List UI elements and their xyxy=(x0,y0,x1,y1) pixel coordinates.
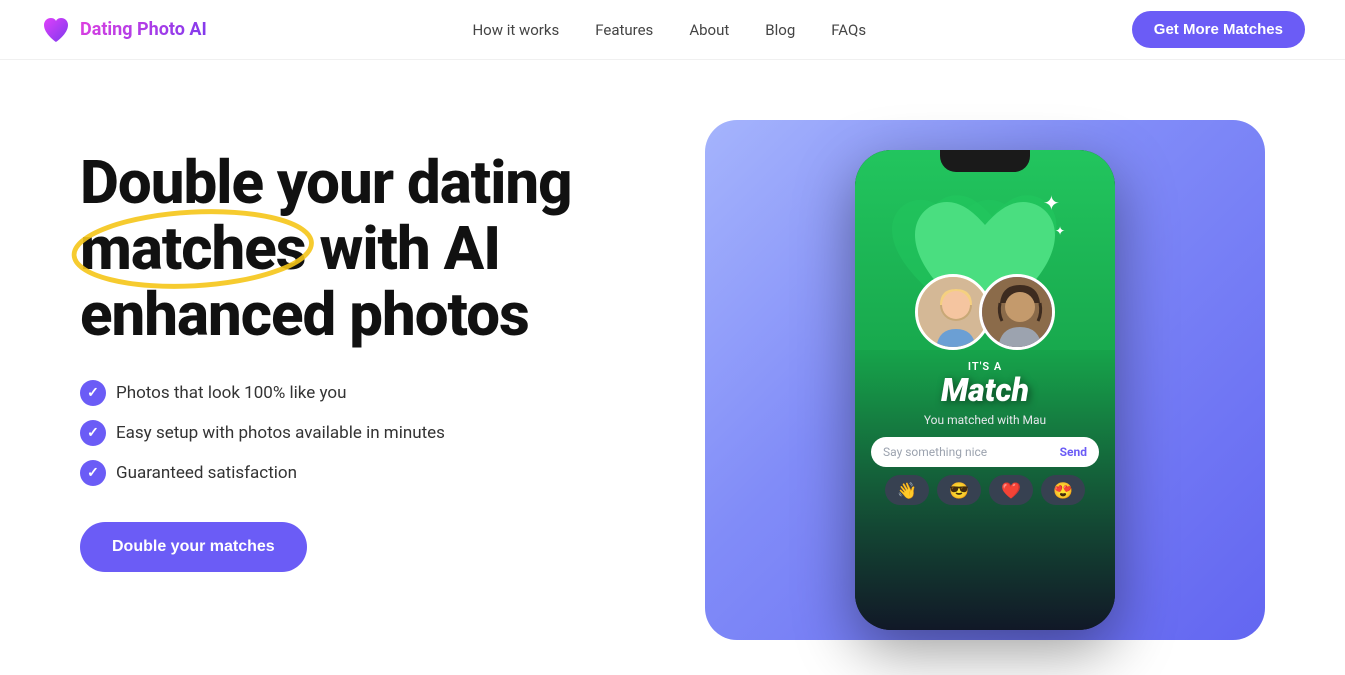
phone-frame: ✦ ✦ xyxy=(855,150,1115,630)
match-area: IT'S A Match You matched with Mau Say so… xyxy=(855,350,1115,630)
main-content: Double your dating matches with AI enhan… xyxy=(0,60,1345,675)
match-text: Match xyxy=(941,371,1029,409)
checklist-item-1: Easy setup with photos available in minu… xyxy=(116,423,445,443)
hero-title-line3: with AI xyxy=(306,213,501,284)
list-item: Easy setup with photos available in minu… xyxy=(80,420,685,446)
logo-area[interactable]: Dating Photo AI xyxy=(40,14,207,46)
nav-cta-button[interactable]: Get More Matches xyxy=(1132,11,1305,48)
checklist-item-2: Guaranteed satisfaction xyxy=(116,463,297,483)
hero-cta-button[interactable]: Double your matches xyxy=(80,522,307,572)
phone-notch xyxy=(940,150,1030,172)
nav-link-blog[interactable]: Blog xyxy=(765,21,795,39)
profile-photo-2 xyxy=(979,274,1055,350)
emoji-row: 👋 😎 ❤️ 😍 xyxy=(885,475,1085,505)
check-icon xyxy=(80,380,106,406)
nav-links: How it works Features About Blog FAQs xyxy=(472,20,866,39)
message-placeholder: Say something nice xyxy=(883,445,987,459)
hero-title-line2: matches xyxy=(80,213,306,284)
navbar: Dating Photo AI How it works Features Ab… xyxy=(0,0,1345,60)
logo-text: Dating Photo AI xyxy=(80,19,207,40)
logo-icon xyxy=(40,14,72,46)
checklist-item-0: Photos that look 100% like you xyxy=(116,383,346,403)
hearts-area: ✦ ✦ xyxy=(855,150,1115,350)
nav-link-features[interactable]: Features xyxy=(595,21,653,39)
send-button[interactable]: Send xyxy=(1060,445,1087,459)
hero-title-line1: Double your dating xyxy=(80,147,572,218)
check-icon xyxy=(80,460,106,486)
emoji-cool[interactable]: 😎 xyxy=(937,475,981,505)
message-bar[interactable]: Say something nice Send xyxy=(871,437,1099,467)
emoji-love[interactable]: 😍 xyxy=(1041,475,1085,505)
hero-title: Double your dating matches with AI enhan… xyxy=(80,150,685,348)
matched-with-text: You matched with Mau xyxy=(924,413,1046,427)
svg-text:✦: ✦ xyxy=(1055,224,1065,238)
profile-photos xyxy=(915,274,1055,350)
hero-checklist: Photos that look 100% like you Easy setu… xyxy=(80,380,685,486)
svg-text:✦: ✦ xyxy=(1043,191,1060,215)
hero-right: ✦ ✦ xyxy=(685,120,1265,640)
phone-screen: ✦ ✦ xyxy=(855,150,1115,630)
hero-title-line4: enhanced photos xyxy=(80,279,529,350)
hero-title-circled: matches xyxy=(80,216,306,282)
list-item: Photos that look 100% like you xyxy=(80,380,685,406)
emoji-heart[interactable]: ❤️ xyxy=(989,475,1033,505)
list-item: Guaranteed satisfaction xyxy=(80,460,685,486)
check-icon xyxy=(80,420,106,446)
nav-link-how-it-works[interactable]: How it works xyxy=(472,21,559,39)
phone-background: ✦ ✦ xyxy=(705,120,1265,640)
nav-link-faqs[interactable]: FAQs xyxy=(831,21,866,39)
nav-link-about[interactable]: About xyxy=(689,21,729,39)
hero-left: Double your dating matches with AI enhan… xyxy=(80,120,685,572)
emoji-wave[interactable]: 👋 xyxy=(885,475,929,505)
